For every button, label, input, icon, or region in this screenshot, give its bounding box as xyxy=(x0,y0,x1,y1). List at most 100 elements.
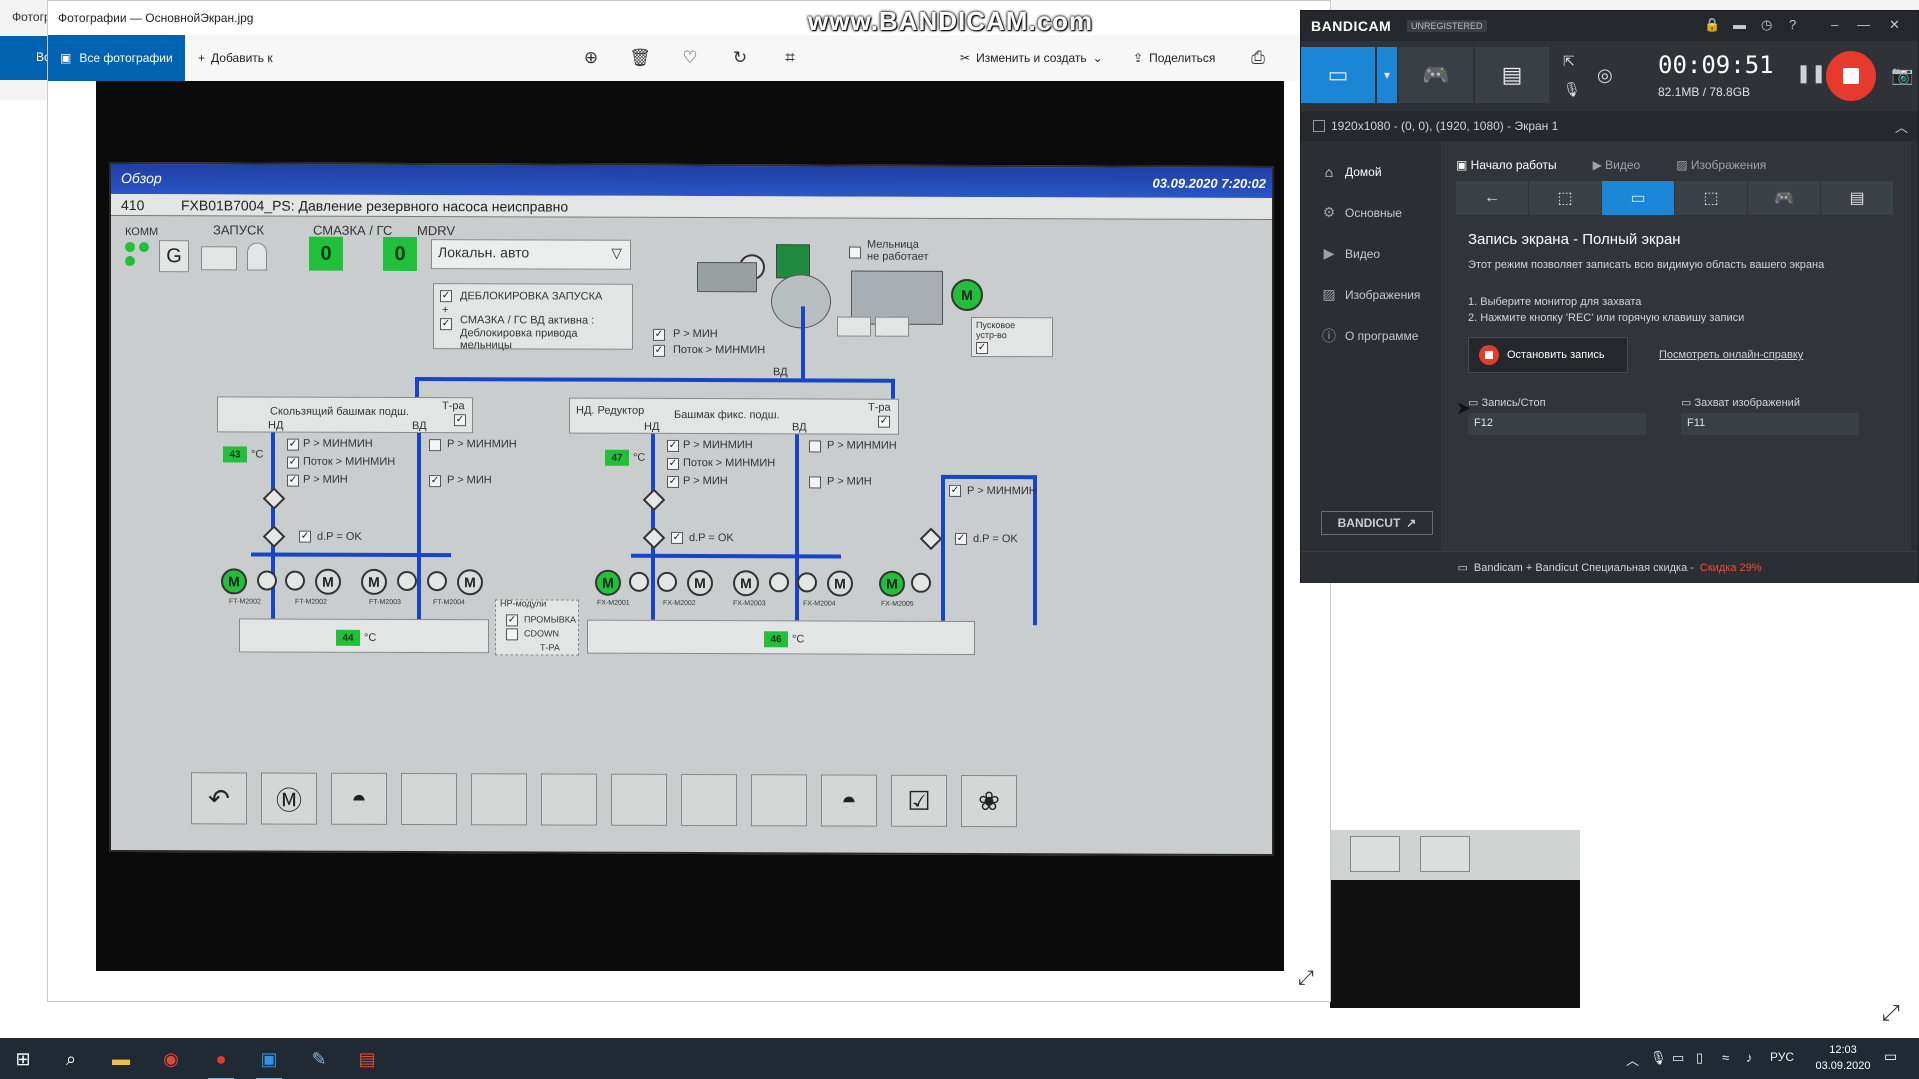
hotkey-rec-field[interactable]: F12 xyxy=(1468,413,1646,435)
hdmi-icon[interactable]: ▤ xyxy=(1821,181,1893,215)
rotate-icon[interactable]: ↻ xyxy=(727,45,753,71)
game-mode-icon[interactable]: 🎮 xyxy=(1748,181,1820,215)
hdmi-mode-button[interactable]: ▤ xyxy=(1475,47,1549,103)
fullscreen-mode-icon[interactable]: ▭ xyxy=(1602,181,1674,215)
clock[interactable]: 12:03 03.09.2020 xyxy=(1808,1042,1878,1074)
sidebar-item-about[interactable]: ⓘ О программе xyxy=(1311,315,1431,356)
tab-label: Видео xyxy=(1605,158,1641,172)
rectangle-mode-icon[interactable]: ⬚ xyxy=(1529,181,1601,215)
lock-icon[interactable]: 🔒 xyxy=(1704,17,1720,33)
pause-icon[interactable]: ❚❚ xyxy=(1796,63,1826,84)
crop-icon[interactable]: ⌗ xyxy=(777,45,803,71)
share-icon: ⇪ xyxy=(1133,51,1144,65)
hmi-pump-label: FT-M2003 xyxy=(369,598,401,606)
capture-area-bar: 1920x1080 - (0, 0), (1920, 1080) - Экран… xyxy=(1301,111,1918,141)
back-arrow-icon[interactable]: ← xyxy=(1456,181,1528,215)
rec-stop-button[interactable] xyxy=(1826,51,1876,101)
sidebar-item-label: Изображения xyxy=(1345,287,1421,302)
print-icon[interactable]: ⎙ xyxy=(1245,45,1271,71)
hotkey-img-field[interactable]: F11 xyxy=(1681,413,1859,435)
hmi-unit: °C xyxy=(364,631,377,644)
hmi-unlock-plus: + xyxy=(442,304,449,317)
online-help-link[interactable]: Посмотреть онлайн-справку xyxy=(1659,349,1803,361)
hmi-pump-motor: M xyxy=(733,570,759,597)
sidebar-item-video[interactable]: ▶ Видео xyxy=(1311,233,1431,274)
mode-description: Этот режим позволяет записать всю видиму… xyxy=(1468,259,1825,271)
hmi-starter-label: Пусковое устр-во xyxy=(976,319,1016,341)
notification-icon[interactable]: ▭ xyxy=(1884,1048,1906,1068)
hmi-mill-line1: Мельница xyxy=(867,238,919,251)
photos-window: Фотографии — ОсновнойЭкран.jpg ▣ Все фот… xyxy=(47,0,1331,1002)
bandicam-sidebar: ⌂ Домой ⚙ Основные ▶ Видео ▨ Изображения… xyxy=(1311,151,1431,356)
wifi-icon[interactable]: ≈ xyxy=(1722,1050,1729,1065)
photo-viewer[interactable]: Обзор 03.09.2020 7:20:02 410 FXB01B7004_… xyxy=(96,81,1284,971)
hmi-p-min: P > МИН xyxy=(303,473,348,486)
hmi-checkbox: ✓ xyxy=(976,341,988,355)
promo-bar[interactable]: ▭ Bandicam + Bandicut Специальная скидка… xyxy=(1301,551,1918,583)
minimize-icon[interactable]: – xyxy=(1831,17,1838,32)
chrome-icon[interactable]: ◉ xyxy=(152,1044,190,1074)
hmi-pump-motor: M xyxy=(361,568,387,595)
battery-icon[interactable]: ▯ xyxy=(1696,1050,1703,1066)
chevron-up-icon[interactable]: ︿ xyxy=(1895,117,1908,136)
close-icon[interactable]: ✕ xyxy=(1889,17,1900,33)
bandicam-taskbar-icon[interactable]: ● xyxy=(202,1044,240,1079)
sidebar-item-images[interactable]: ▨ Изображения xyxy=(1311,274,1431,315)
all-photos-button[interactable]: ▣ Все фотографии xyxy=(48,35,185,81)
bandicut-button[interactable]: BANDICUT ↗ xyxy=(1321,511,1433,535)
collapse-icon[interactable]: — xyxy=(1857,17,1870,32)
pdf-icon[interactable]: ▤ xyxy=(348,1044,386,1074)
mic-icon[interactable]: 🎙 xyxy=(1650,1050,1667,1066)
windows-start-icon[interactable]: ⊞ xyxy=(4,1044,42,1074)
hmi-checkbox: ✓ xyxy=(287,474,299,487)
hmi-pipe xyxy=(631,553,841,559)
edit-create-button[interactable]: ✂ Изменить и создать ⌄ xyxy=(960,35,1103,81)
hmi-pump xyxy=(397,570,417,592)
webcam-icon[interactable]: ◎ xyxy=(1597,65,1613,86)
hmi-nd-label: НД xyxy=(644,420,660,433)
tab-images[interactable]: ▨ Изображения xyxy=(1676,158,1766,172)
delete-icon[interactable]: 🗑 xyxy=(627,45,653,71)
stop-record-button[interactable]: Остановить запись xyxy=(1468,337,1628,373)
game-mode-button[interactable]: 🎮 xyxy=(1399,47,1473,103)
chevron-down-icon: ▽ xyxy=(611,244,622,261)
help-icon[interactable]: ? xyxy=(1789,17,1796,32)
file-explorer-icon[interactable]: ▬ xyxy=(102,1044,140,1074)
hmi-checkbox: ✓ xyxy=(440,318,452,331)
monitor-icon[interactable]: ▭ xyxy=(1672,1050,1684,1066)
language-indicator[interactable]: РУС xyxy=(1770,1050,1794,1064)
share-label: Поделиться xyxy=(1149,51,1216,65)
mic-icon[interactable]: 🎙 xyxy=(1563,81,1581,98)
capture-area-icon[interactable] xyxy=(1313,120,1325,132)
hmi-filter xyxy=(262,487,286,510)
tab-get-started[interactable]: ▣ Начало работы xyxy=(1456,158,1557,172)
cursor-icon[interactable]: ⇱ xyxy=(1563,53,1575,70)
share-button[interactable]: ⇪ Поделиться xyxy=(1133,35,1215,81)
hmi-pump-motor: M xyxy=(879,570,905,597)
hmi-pump-motor: M xyxy=(315,568,341,595)
expand-icon[interactable]: ⤢ xyxy=(1298,967,1314,990)
screen-mode-button[interactable]: ▭ xyxy=(1301,47,1375,103)
favorite-icon[interactable]: ♡ xyxy=(677,45,703,71)
hmi-counter-mdrv: 0 xyxy=(383,236,417,272)
volume-icon[interactable]: ♪ xyxy=(1746,1050,1753,1065)
add-to-button[interactable]: + Добавить к xyxy=(198,35,273,81)
around-mouse-icon[interactable]: ⬚ xyxy=(1675,181,1747,215)
chat-icon: ▭ xyxy=(1457,562,1468,574)
tab-video[interactable]: ▶ Видео xyxy=(1593,158,1641,172)
screenshot-icon[interactable]: 📷 xyxy=(1891,65,1913,86)
paint-icon[interactable]: ✎ xyxy=(300,1044,338,1074)
sidebar-item-general[interactable]: ⚙ Основные xyxy=(1311,192,1431,233)
hmi-tra-label: Т-ра xyxy=(442,400,465,413)
photos-taskbar-icon[interactable]: ▣ xyxy=(250,1044,288,1079)
folder-icon[interactable]: ▬ xyxy=(1733,17,1746,32)
hotkey-img-label: ▭ Захват изображений xyxy=(1681,397,1800,409)
search-icon[interactable]: ⌕ xyxy=(52,1044,90,1074)
hmi-dp-ok: d.P = OK xyxy=(973,532,1018,546)
expand-icon[interactable]: ⤢ xyxy=(1882,1000,1907,1025)
sidebar-item-home[interactable]: ⌂ Домой xyxy=(1311,151,1431,192)
chevron-down-icon[interactable]: ▾ xyxy=(1377,47,1397,103)
chevron-up-icon[interactable]: ︿ xyxy=(1626,1050,1639,1069)
clock-icon[interactable]: ◷ xyxy=(1761,17,1772,33)
zoom-icon[interactable]: ⊕ xyxy=(578,45,604,71)
